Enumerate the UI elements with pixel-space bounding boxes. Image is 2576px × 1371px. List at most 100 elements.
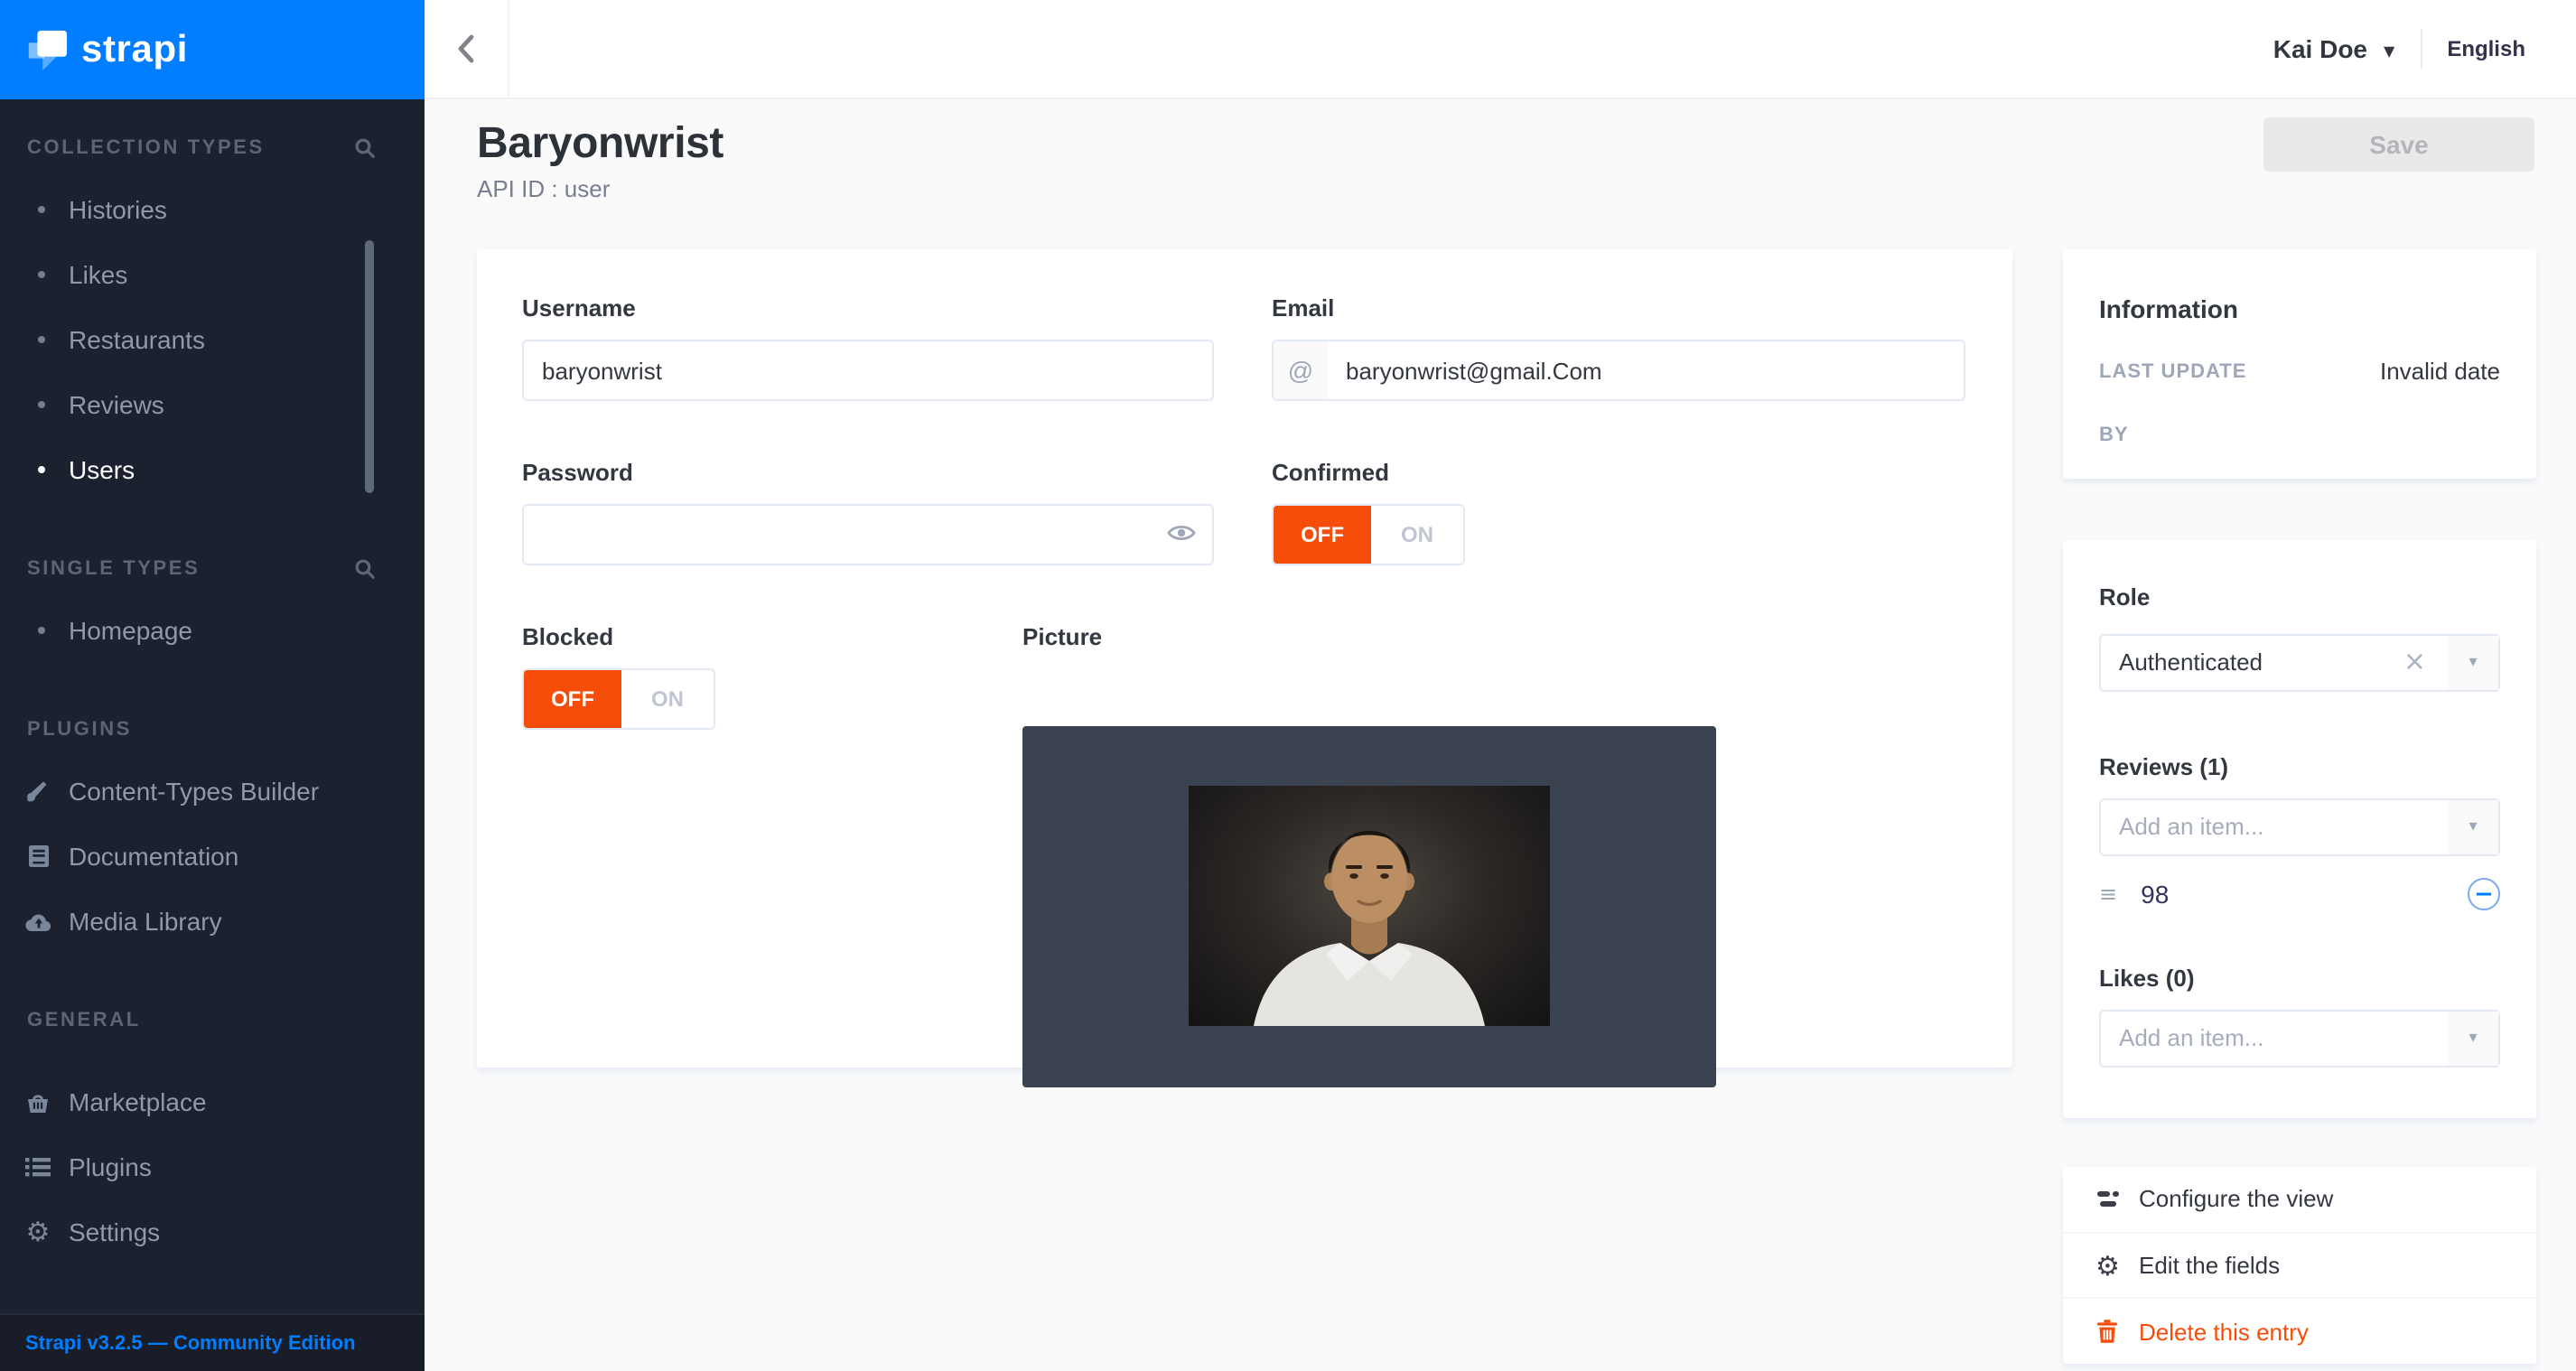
sidebar-item-restaurants[interactable]: Restaurants (0, 307, 425, 372)
list-icon (23, 1156, 52, 1178)
user-name: Kai Doe (2273, 34, 2367, 63)
section-single-types: SINGLE TYPES (0, 555, 425, 583)
cloud-upload-icon (23, 911, 52, 931)
back-button[interactable] (425, 0, 509, 98)
search-icon[interactable] (354, 137, 376, 168)
drag-handle-icon[interactable]: ≡ (2099, 881, 2117, 907)
section-plugins: PLUGINS (0, 715, 425, 744)
sidebar-nav: COLLECTION TYPES Histories Likes Restaur… (0, 99, 425, 1264)
strapi-version-link[interactable]: Strapi v3.2.5 — Community Edition (25, 1332, 356, 1354)
remove-relation-button[interactable]: − (2468, 878, 2500, 910)
caret-down-icon: ▾ (2469, 654, 2477, 672)
page-head: Baryonwrist API ID : user Save (425, 99, 2576, 202)
save-button[interactable]: Save (2263, 117, 2534, 172)
sidebar-item-users[interactable]: Users (0, 437, 425, 502)
sidebar-item-reviews[interactable]: Reviews (0, 372, 425, 437)
edit-fields-link[interactable]: ⚙ Edit the fields (2063, 1231, 2536, 1297)
email-label: Email (1272, 294, 1334, 323)
language-selector[interactable]: English (2447, 36, 2525, 61)
section-collection-types: COLLECTION TYPES (0, 134, 425, 163)
blocked-toggle: OFF ON (522, 668, 715, 730)
sidebar-item-marketplace[interactable]: Marketplace (0, 1069, 425, 1134)
section-general: GENERAL (0, 1006, 425, 1035)
sidebar-item-likes[interactable]: Likes (0, 242, 425, 307)
gear-icon: ⚙ (2095, 1253, 2139, 1278)
likes-select-caret[interactable]: ▾ (2448, 1012, 2498, 1066)
edit-form-card: Username Email @ Password Confirmed OFF (477, 249, 2012, 1068)
book-icon (23, 844, 52, 869)
bullet-icon (38, 466, 45, 473)
password-field (522, 504, 1214, 565)
sidebar-scrollbar[interactable] (365, 240, 374, 493)
portrait-illustration (1189, 786, 1550, 1026)
plugins-list: Content-Types Builder Documentation Medi… (0, 759, 425, 954)
sidebar-footer: Strapi v3.2.5 — Community Edition (0, 1313, 425, 1371)
eye-icon[interactable] (1167, 520, 1196, 553)
reviews-placeholder: Add an item... (2101, 800, 2498, 854)
sidebar: strapi COLLECTION TYPES Histories Likes (0, 0, 425, 1371)
chevron-down-icon: ▼ (2384, 42, 2394, 59)
content-row: Username Email @ Password Confirmed OFF (425, 249, 2576, 1364)
strapi-logo[interactable]: strapi (0, 0, 425, 99)
role-label: Role (2099, 583, 2500, 612)
bullet-icon (38, 627, 45, 634)
sidebar-item-homepage[interactable]: Homepage (0, 598, 425, 663)
gear-icon: ⚙ (23, 1218, 52, 1245)
information-title: Information (2099, 293, 2500, 325)
confirmed-toggle-on[interactable]: ON (1371, 506, 1463, 564)
sidebar-item-plugins[interactable]: Plugins (0, 1134, 425, 1199)
blocked-toggle-on[interactable]: ON (621, 670, 714, 728)
basket-icon (23, 1090, 52, 1114)
clear-icon[interactable]: × (2403, 636, 2426, 690)
trash-icon (2095, 1319, 2139, 1344)
picture-media-field[interactable] (1022, 726, 1716, 1087)
reviews-select-caret[interactable]: ▾ (2448, 800, 2498, 854)
information-card: Information LAST UPDATE Invalid date BY (2063, 249, 2536, 479)
sidebar-item-settings[interactable]: ⚙ Settings (0, 1199, 425, 1264)
picture-label: Picture (1022, 623, 1102, 652)
strapi-logo-text: strapi (81, 28, 188, 71)
role-select[interactable]: Authenticated × ▾ (2099, 634, 2500, 692)
reviews-label: Reviews (1) (2099, 753, 2500, 782)
api-id-subtitle: API ID : user (477, 175, 2534, 202)
sidebar-item-media-library[interactable]: Media Library (0, 889, 425, 954)
reviews-add-select[interactable]: Add an item... ▾ (2099, 798, 2500, 856)
role-select-caret[interactable]: ▾ (2448, 636, 2498, 690)
sidebar-item-histories[interactable]: Histories (0, 177, 425, 242)
confirmed-toggle-off[interactable]: OFF (1274, 506, 1371, 564)
sidebar-item-documentation[interactable]: Documentation (0, 824, 425, 889)
by-label: BY (2099, 424, 2129, 446)
configure-view-link[interactable]: Configure the view (2063, 1167, 2536, 1231)
likes-label: Likes (0) (2099, 965, 2500, 993)
bullet-icon (38, 271, 45, 278)
paintbrush-icon (23, 779, 52, 804)
caret-down-icon: ▾ (2469, 818, 2477, 836)
bullet-icon (38, 206, 45, 213)
likes-add-select[interactable]: Add an item... ▾ (2099, 1010, 2500, 1068)
general-list: Marketplace Plugins ⚙ Settings (0, 1069, 425, 1264)
bullet-icon (38, 401, 45, 408)
sidebar-item-content-types-builder[interactable]: Content-Types Builder (0, 759, 425, 824)
confirmed-toggle: OFF ON (1272, 504, 1465, 565)
at-sign-prefix: @ (1274, 341, 1328, 399)
review-item-value[interactable]: 98 (2141, 880, 2169, 909)
last-update-value: Invalid date (2380, 358, 2500, 385)
collection-types-list: Histories Likes Restaurants Reviews User… (0, 177, 425, 502)
user-menu[interactable]: Kai Doe ▼ (2273, 34, 2395, 63)
layout-icon (2095, 1189, 2139, 1210)
last-update-label: LAST UPDATE (2099, 360, 2246, 382)
password-input[interactable] (522, 504, 1214, 565)
blocked-toggle-off[interactable]: OFF (524, 670, 621, 728)
search-icon[interactable] (354, 558, 376, 589)
username-input[interactable] (522, 340, 1214, 401)
page-title: Baryonwrist (477, 117, 2534, 170)
divider (2420, 29, 2422, 69)
top-bar: Kai Doe ▼ English (425, 0, 2576, 99)
strapi-logo-icon (23, 27, 69, 72)
email-input[interactable] (1328, 341, 1964, 399)
delete-entry-link[interactable]: Delete this entry (2063, 1298, 2536, 1364)
last-update-row: LAST UPDATE Invalid date (2099, 358, 2500, 385)
bullet-icon (38, 336, 45, 343)
main-area: Kai Doe ▼ English Baryonwrist API ID : u… (425, 0, 2576, 1371)
likes-placeholder: Add an item... (2101, 1012, 2498, 1066)
